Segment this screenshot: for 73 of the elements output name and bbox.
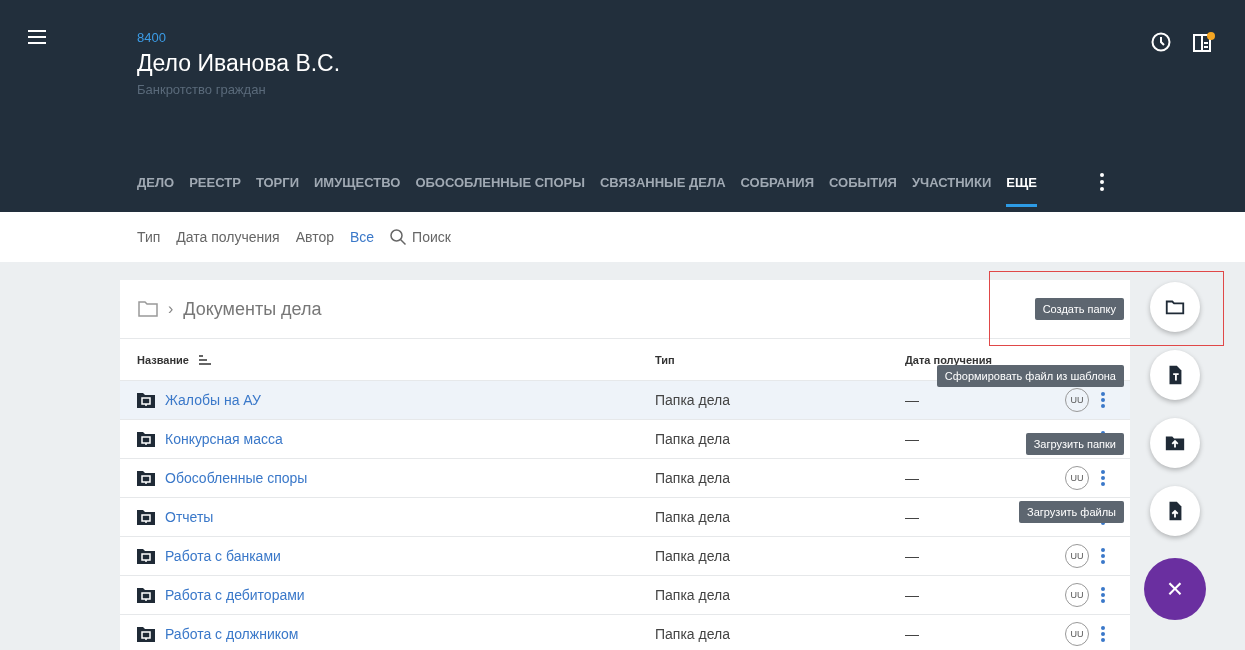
more-icon[interactable] bbox=[1099, 173, 1104, 191]
column-header[interactable]: Дата получения bbox=[905, 353, 1060, 366]
table-cell: Папка дела bbox=[655, 626, 730, 642]
clock-icon[interactable] bbox=[1151, 32, 1171, 52]
filter-option[interactable]: Автор bbox=[295, 229, 334, 245]
filter-option[interactable]: Дата получения bbox=[176, 229, 280, 245]
case-title: Дело Иванова В.С. bbox=[137, 50, 342, 77]
nav-tab[interactable]: СОБЫТИЯ bbox=[829, 167, 897, 207]
folder-link[interactable]: Работа с банками bbox=[165, 548, 281, 564]
menu-icon[interactable] bbox=[28, 30, 46, 44]
table-row[interactable]: Жалобы на АУ Папка дела — UU bbox=[120, 381, 1130, 420]
table-cell: Папка дела bbox=[655, 431, 730, 447]
tooltip: Создать папку bbox=[1034, 298, 1124, 320]
column-header[interactable]: Название bbox=[137, 353, 189, 366]
search-icon bbox=[390, 229, 407, 245]
table-cell: — bbox=[905, 626, 919, 642]
folder-link[interactable]: Жалобы на АУ bbox=[165, 392, 261, 408]
table-cell: Папка дела bbox=[655, 392, 730, 408]
action-button[interactable] bbox=[1150, 350, 1200, 400]
folder-link[interactable]: Отчеты bbox=[165, 509, 214, 525]
table-row[interactable]: Работа с банками Папка дела — UU bbox=[120, 537, 1130, 576]
folder-icon bbox=[137, 470, 155, 486]
table-cell: Папка дела bbox=[655, 509, 730, 525]
breadcrumb-separator: › bbox=[168, 300, 174, 318]
filter-option[interactable]: Все bbox=[350, 229, 375, 245]
tooltip: Загрузить файлы bbox=[1019, 501, 1124, 523]
filter-option[interactable]: Тип bbox=[137, 229, 161, 245]
tooltip: Сформировать файл из шаблона bbox=[936, 365, 1124, 387]
folder-icon bbox=[138, 301, 158, 317]
panel-icon[interactable] bbox=[1193, 32, 1215, 52]
table-row[interactable]: Работа с должником Папка дела — UU bbox=[120, 615, 1130, 650]
nav-tab[interactable]: УЧАСТНИКИ bbox=[911, 167, 992, 207]
folder-icon bbox=[137, 587, 155, 603]
folder-icon bbox=[137, 548, 155, 564]
nav-tab[interactable]: ОБОСОБЛЕННЫЕ СПОРЫ bbox=[415, 167, 585, 207]
table-cell: — bbox=[905, 470, 919, 486]
folder-link[interactable]: Работа с должником bbox=[165, 626, 299, 642]
nav-tab[interactable]: СОБРАНИЯ bbox=[740, 167, 815, 207]
action-button[interactable] bbox=[1150, 282, 1200, 332]
action-button[interactable] bbox=[1150, 418, 1200, 468]
table-cell: — bbox=[905, 431, 919, 447]
folder-link[interactable]: Конкурсная масса bbox=[165, 431, 283, 447]
close-button[interactable]: × bbox=[1144, 558, 1206, 620]
folder-link[interactable]: Обособленные споры bbox=[165, 470, 308, 486]
folder-icon bbox=[137, 392, 155, 408]
table-cell: Папка дела bbox=[655, 587, 730, 603]
table-row[interactable]: Работа с дебиторами Папка дела — UU bbox=[120, 576, 1130, 615]
table-cell: Папка дела bbox=[655, 470, 730, 486]
breadcrumb-title: Документы дела bbox=[183, 298, 322, 320]
nav-tab[interactable]: СВЯЗАННЫЕ ДЕЛА bbox=[599, 167, 726, 207]
nav-tab[interactable]: РЕЕСТР bbox=[189, 167, 241, 207]
folder-icon bbox=[137, 509, 155, 525]
tooltip: Загрузить папки bbox=[1025, 433, 1124, 455]
search-field[interactable]: Поиск bbox=[390, 229, 451, 245]
nav-tab[interactable]: ИМУЩЕСТВО bbox=[314, 167, 401, 207]
folder-icon bbox=[137, 626, 155, 642]
folder-link[interactable]: Работа с дебиторами bbox=[165, 587, 305, 603]
case-number: 8400 bbox=[137, 30, 167, 45]
author-avatar: UU bbox=[1065, 622, 1089, 646]
nav-tab[interactable]: ЕЩЕ bbox=[1006, 167, 1037, 207]
table-cell: — bbox=[905, 587, 919, 603]
sort-icon[interactable] bbox=[198, 354, 211, 365]
folder-icon bbox=[137, 431, 155, 447]
case-subtitle: Банкротство граждан bbox=[137, 82, 267, 97]
table-cell: Папка дела bbox=[655, 548, 730, 564]
table-cell: — bbox=[905, 509, 919, 525]
table-row[interactable]: Обособленные споры Папка дела — UU bbox=[120, 459, 1130, 498]
table-cell: — bbox=[905, 548, 919, 564]
action-button[interactable] bbox=[1150, 486, 1200, 536]
column-header[interactable]: Тип bbox=[655, 353, 905, 366]
table-cell: — bbox=[905, 392, 919, 408]
nav-tab[interactable]: ТОРГИ bbox=[255, 167, 299, 207]
nav-tab[interactable]: ДЕЛО bbox=[137, 167, 175, 207]
